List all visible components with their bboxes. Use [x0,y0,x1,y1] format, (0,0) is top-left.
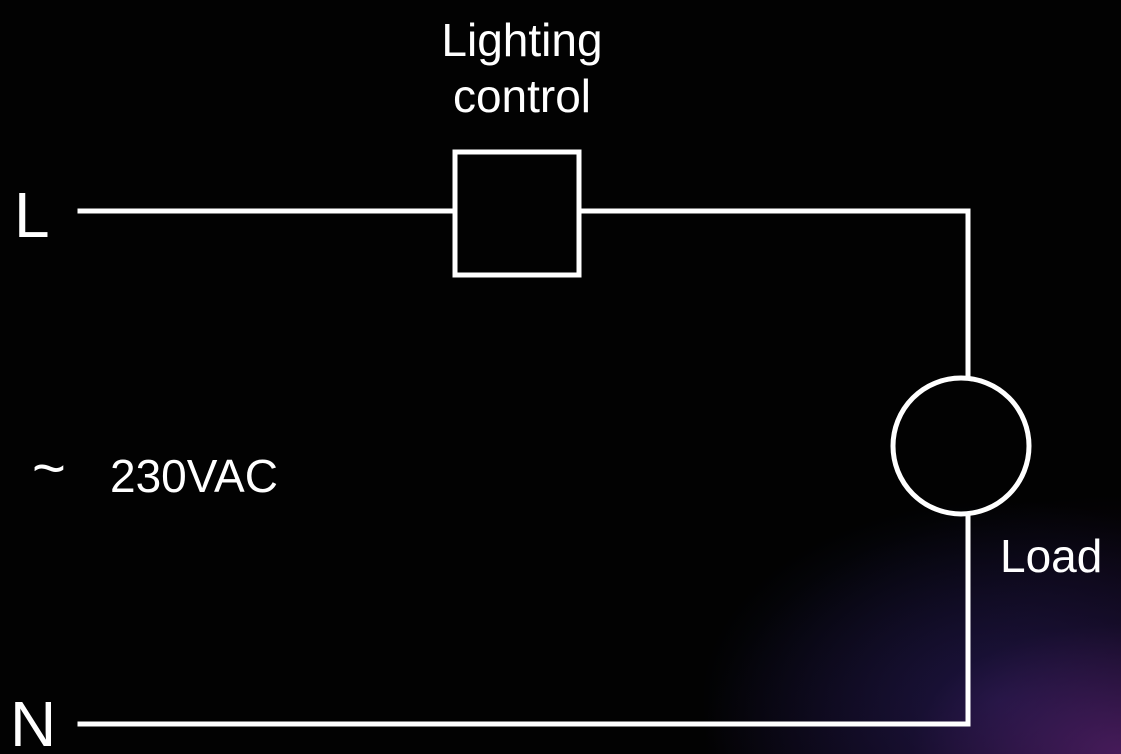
circuit-diagram: L N Lighting control Load ~ 230VAC [0,0,1121,754]
voltage-label: 230VAC [110,450,278,502]
ac-tilde-symbol: ~ [32,436,66,501]
lighting-control-label-line2: control [452,70,592,122]
load-label: Load [1000,530,1103,582]
lighting-control-label: Lighting control [392,12,652,124]
lighting-control-box [452,149,582,278]
neutral-label: N [10,688,57,754]
load-symbol [890,375,1032,517]
line-label: L [14,179,50,251]
lighting-control-label-line1: Lighting [441,14,603,66]
